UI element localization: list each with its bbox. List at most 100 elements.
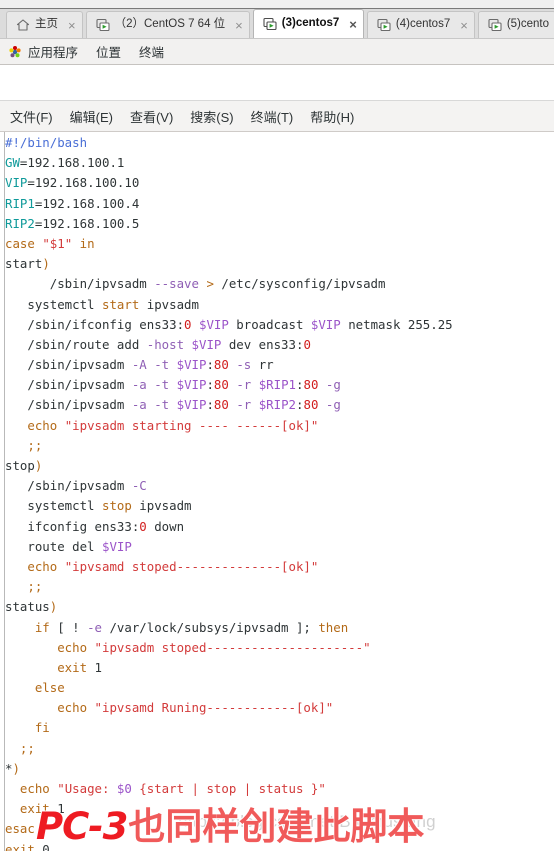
code-line: exit 0	[5, 840, 554, 851]
code-token: -a	[131, 397, 147, 413]
code-token: -t	[154, 357, 170, 373]
code-token: )	[49, 599, 58, 615]
code-line: route del $VIP	[5, 537, 554, 557]
vm-tab-bar[interactable]: 主页 × （2）CentOS 7 64 位 × (3)centos7 × (4)…	[0, 9, 554, 39]
code-token: 192.168.100.10	[34, 175, 140, 191]
code-token: -r	[236, 377, 252, 393]
tab-centos7-3-label: (3)centos7	[281, 17, 340, 30]
menu-terminal[interactable]: 终端(T)	[251, 107, 294, 126]
code-token: 0	[139, 518, 147, 534]
code-token: $VIP	[191, 336, 222, 352]
code-token: /sbin/ipvsadm	[5, 357, 132, 373]
code-token: systemctl	[5, 498, 102, 514]
code-token: #!/bin/bash	[5, 135, 88, 150]
panel-item-places[interactable]: 位置	[96, 42, 121, 61]
code-token: in	[79, 235, 95, 251]
code-token: systemctl	[5, 296, 102, 312]
menu-edit[interactable]: 编辑(E)	[70, 107, 113, 126]
desktop-background-band	[0, 65, 554, 101]
menu-search[interactable]: 搜索(S)	[190, 107, 233, 126]
code-token: broadcast	[228, 316, 311, 332]
code-token: stop	[5, 458, 35, 473]
code-line: if [ ! -e /var/lock/subsys/ipvsadm ]; th…	[5, 618, 554, 638]
close-icon[interactable]: ×	[349, 18, 357, 31]
code-token: fi	[34, 720, 50, 736]
code-line: status)	[5, 597, 554, 617]
code-token: "ipvsadm starting ---- ------[ok]"	[64, 417, 319, 433]
code-token: exit	[57, 659, 88, 675]
tab-home[interactable]: 主页 ×	[6, 11, 83, 38]
code-line: start)	[5, 254, 554, 274]
code-line: echo "ipvsamd Runing------------[ok]"	[5, 698, 554, 718]
tab-centos7-3[interactable]: (3)centos7 ×	[252, 9, 364, 38]
code-token: ;;	[27, 579, 43, 595]
code-line: VIP=192.168.100.10	[5, 173, 554, 193]
code-token: 80	[303, 397, 319, 413]
code-token: netmask 255.25	[340, 316, 453, 332]
terminal-viewport[interactable]: #!/bin/bash GW=192.168.100.1 VIP=192.168.1…	[0, 132, 554, 851]
tab-centos7-5[interactable]: (5)cento	[477, 11, 554, 38]
menu-view[interactable]: 查看(V)	[130, 107, 173, 126]
code-token: -s	[236, 357, 252, 373]
terminal-menubar[interactable]: 文件(F) 编辑(E) 查看(V) 搜索(S) 终端(T) 帮助(H)	[0, 101, 554, 132]
code-line: ;;	[5, 577, 554, 597]
code-line: #!/bin/bash	[5, 133, 554, 153]
code-line: /sbin/ipvsadm -a -t $VIP:80 -r $RIP2:80 …	[5, 395, 554, 415]
code-token: --save	[154, 276, 199, 292]
code-token: $VIP	[176, 377, 207, 393]
menu-file[interactable]: 文件(F)	[10, 107, 53, 126]
code-token: -A	[131, 357, 147, 373]
gnome-foot-icon	[8, 45, 22, 59]
tab-centos7-64[interactable]: （2）CentOS 7 64 位 ×	[85, 11, 250, 38]
panel-item-applications[interactable]: 应用程序	[28, 42, 78, 61]
code-token: /sbin/route add	[5, 336, 147, 352]
vm-icon	[96, 18, 110, 32]
vim-editor-buffer[interactable]: #!/bin/bash GW=192.168.100.1 VIP=192.168.1…	[5, 133, 554, 851]
code-token: /sbin/ipvsadm	[5, 276, 155, 292]
code-line: /sbin/ipvsadm -a -t $VIP:80 -r $RIP1:80 …	[5, 375, 554, 395]
code-token: then	[318, 619, 349, 635]
code-token: 192.168.100.4	[42, 195, 140, 211]
tab-centos7-4-label: (4)centos7	[395, 18, 451, 31]
close-icon[interactable]: ×	[235, 19, 243, 32]
code-token: )	[42, 256, 50, 272]
code-token: if	[34, 619, 50, 635]
code-line: ifconfig ens33:0 down	[5, 517, 554, 537]
code-token: /var/lock/subsys/ipvsadm ];	[102, 619, 319, 635]
code-line: echo "ipvsamd stoped--------------[ok]"	[5, 557, 554, 577]
code-line: exit 1	[5, 658, 554, 678]
panel-item-terminal[interactable]: 终端	[139, 42, 164, 61]
vm-icon	[377, 18, 391, 32]
code-token: 192.168.100.1	[27, 155, 125, 171]
code-line: /sbin/ifconfig ens33:0 $VIP broadcast $V…	[5, 315, 554, 335]
code-token: "ipvsadm stoped---------------------"	[94, 639, 371, 655]
code-line: *)	[5, 759, 554, 779]
tab-centos7-4[interactable]: (4)centos7 ×	[366, 11, 475, 38]
code-token: /sbin/ipvsadm	[5, 397, 132, 413]
menu-help[interactable]: 帮助(H)	[310, 107, 354, 126]
code-token: =	[27, 175, 35, 191]
code-token: :	[206, 397, 214, 413]
close-icon[interactable]: ×	[460, 19, 468, 32]
code-token: "$1"	[42, 235, 73, 251]
code-token: $VIP	[310, 316, 341, 332]
code-token: exit	[5, 841, 35, 851]
code-token: 80	[303, 377, 319, 393]
code-line: echo "ipvsadm starting ---- ------[ok]"	[5, 416, 554, 436]
code-token: exit	[19, 801, 50, 817]
code-token: echo	[19, 781, 50, 796]
tab-centos7-64-label: （2）CentOS 7 64 位	[114, 18, 226, 31]
code-token: [ !	[49, 619, 88, 635]
code-token: start	[101, 296, 140, 312]
close-icon[interactable]: ×	[68, 19, 76, 32]
tab-centos7-5-label: (5)cento	[506, 18, 550, 31]
code-token: echo	[57, 700, 88, 716]
code-token: "ipvsamd Runing------------[ok]"	[94, 700, 334, 716]
